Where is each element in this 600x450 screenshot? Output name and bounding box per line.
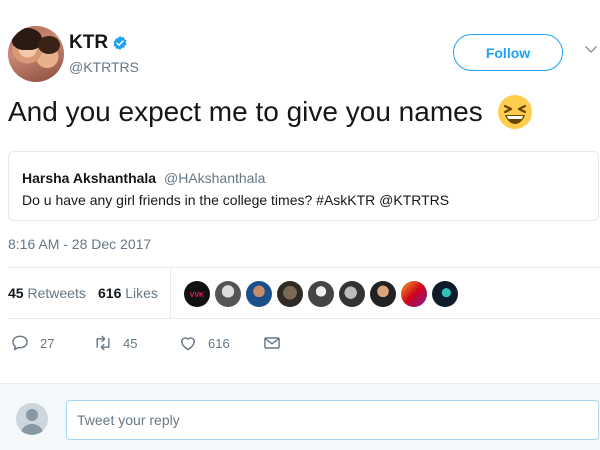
verified-badge-icon: [113, 36, 127, 50]
retweets-label: Retweets: [27, 285, 86, 301]
like-count: 616: [208, 335, 230, 351]
likes-count: 616: [98, 285, 122, 301]
liker-avatar[interactable]: [215, 281, 241, 307]
liker-avatar[interactable]: [308, 281, 334, 307]
like-action[interactable]: 616: [178, 333, 230, 353]
author-name-row: KTR: [69, 32, 128, 54]
reply-count: 27: [40, 335, 55, 351]
stats-separator: [170, 268, 171, 318]
tweet-timestamp[interactable]: 8:16 AM - 28 Dec 2017: [8, 236, 151, 252]
reply-icon: [12, 335, 28, 351]
default-user-icon: [20, 409, 44, 435]
liker-avatar[interactable]: [370, 281, 396, 307]
author-avatar[interactable]: [8, 26, 64, 82]
reply-action[interactable]: 27: [10, 333, 54, 353]
retweets-stat[interactable]: 45 Retweets: [8, 285, 86, 301]
heart-icon: [181, 337, 195, 351]
retweet-count: 45: [123, 335, 138, 351]
liker-avatar[interactable]: [401, 281, 427, 307]
liker-avatar[interactable]: [339, 281, 365, 307]
tweet-body: And you expect me to give you names: [8, 94, 533, 130]
avatar-hair-shape-2: [38, 36, 60, 54]
tweet-stats: 45 Retweets 616 Likes VVK: [8, 268, 600, 318]
quoted-tweet-header: Harsha Akshanthala @HAkshanthala: [22, 170, 265, 186]
liker-avatars: VVK: [184, 281, 458, 307]
svg-text:VVK: VVK: [190, 292, 204, 299]
tweet-text: And you expect me to give you names: [8, 96, 483, 127]
reply-input[interactable]: [66, 400, 599, 440]
chevron-down-icon[interactable]: [582, 40, 600, 58]
retweet-action[interactable]: 45: [93, 333, 137, 353]
quoted-tweet-text: Do u have any girl friends in the colleg…: [22, 192, 450, 208]
liker-avatar[interactable]: [277, 281, 303, 307]
author-handle[interactable]: @KTRTRS: [69, 59, 139, 75]
grinning-squinting-face-icon: [497, 95, 532, 129]
tweet-header: KTR @KTRTRS Follow: [8, 26, 600, 86]
follow-button[interactable]: Follow: [453, 34, 563, 71]
retweets-count: 45: [8, 285, 24, 301]
envelope-icon: [264, 337, 280, 349]
quoted-tweet[interactable]: Harsha Akshanthala @HAkshanthala Do u ha…: [8, 151, 599, 221]
liker-avatar[interactable]: [246, 281, 272, 307]
direct-message-action[interactable]: [262, 333, 282, 353]
likes-label: Likes: [125, 285, 158, 301]
retweet-icon: [96, 335, 110, 351]
divider: [8, 318, 600, 319]
liker-avatar[interactable]: VVK: [184, 281, 210, 307]
author-display-name[interactable]: KTR: [69, 32, 108, 54]
quoted-author-name: Harsha Akshanthala: [22, 170, 157, 186]
user-avatar: [16, 403, 48, 435]
liker-avatar[interactable]: [432, 281, 458, 307]
likes-stat[interactable]: 616 Likes: [98, 285, 158, 301]
quoted-author-handle: @HAkshanthala: [163, 170, 266, 186]
reply-bar: [0, 383, 600, 450]
